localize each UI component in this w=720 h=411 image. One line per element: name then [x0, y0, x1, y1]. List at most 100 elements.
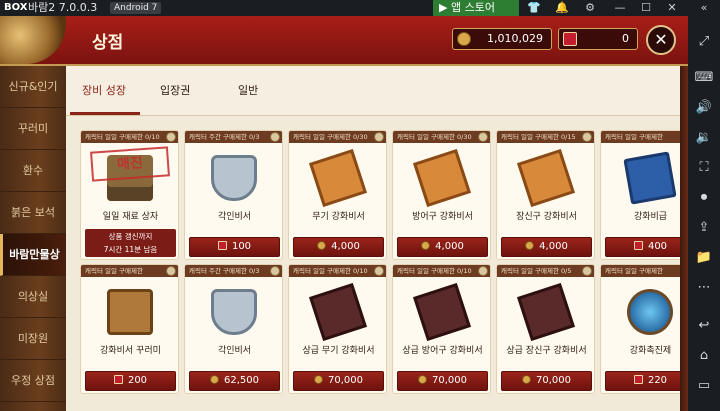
emulator-title-bar: BOX 바람2 7.0.0.3 Android 7 ▶ 앱 스토어 👕 🔔 ⚙ … [0, 0, 720, 16]
shield-scroll-icon [211, 155, 257, 201]
close-shop-button[interactable]: ✕ [646, 25, 676, 55]
shop-item-card[interactable]: 캐릭터 일일 구매제한 강화촉진제 220 [600, 264, 688, 394]
android-version-badge: Android 7 [110, 2, 162, 14]
folder-icon[interactable]: 📁 [694, 248, 714, 268]
shop-item-card[interactable]: 캐릭터 일일 구매제한 0/30 무기 강화비서 4,000 [288, 130, 387, 260]
buy-button[interactable]: 70,000 [501, 371, 592, 391]
magnifier-icon[interactable] [478, 132, 488, 142]
magnifier-icon[interactable] [478, 266, 488, 276]
magnifier-icon[interactable] [270, 132, 280, 142]
ruby-amount: 0 [622, 32, 629, 45]
purchase-limit-banner: 캐릭터 주간 구매제한 0/3 [185, 131, 282, 143]
gold-coin-icon [522, 375, 531, 384]
fullscreen-icon[interactable]: ⤢ [694, 32, 714, 52]
price-amount: 4,000 [435, 241, 464, 252]
magnifier-icon[interactable] [582, 266, 592, 276]
buy-button[interactable]: 200 [85, 371, 176, 391]
nav-item-friendship-shop[interactable]: 우정 상점 [0, 360, 66, 402]
item-name: 강화촉진제 [629, 346, 672, 356]
buy-button[interactable]: 70,000 [397, 371, 488, 391]
shop-tabs: 장비 성장 입장권 일반 [66, 66, 688, 116]
more-icon[interactable]: ⋯ [694, 278, 714, 298]
magnifier-icon[interactable] [374, 132, 384, 142]
app-store-button[interactable]: ▶ 앱 스토어 [433, 0, 519, 16]
ruby-icon [217, 241, 227, 250]
magnifier-icon[interactable] [582, 132, 592, 142]
buy-button[interactable]: 4,000 [293, 237, 384, 257]
purchase-limit-banner: 캐릭터 일일 구매제한 0/10 [289, 265, 386, 277]
gold-coin-icon [317, 241, 327, 250]
shop-item-card[interactable]: 캐릭터 일일 구매제한 0/10 상급 무기 강화비서 70,000 [288, 264, 387, 394]
back-icon[interactable]: ↩ [694, 316, 714, 336]
volume-down-icon[interactable]: 🔉 [694, 128, 714, 148]
magnifier-icon[interactable] [166, 132, 176, 142]
buy-button[interactable]: 70,000 [293, 371, 384, 391]
purchase-limit-banner: 캐릭터 일일 구매제한 0/10 [81, 131, 178, 143]
nav-item-new-popular[interactable]: 신규&인기 [0, 66, 66, 108]
bell-icon[interactable]: 🔔 [552, 0, 572, 16]
buy-button[interactable]: 220 [605, 371, 688, 391]
gold-coin-icon [457, 32, 471, 46]
minimize-icon[interactable]: — [610, 0, 630, 16]
shirt-icon[interactable]: 👕 [524, 0, 544, 16]
bundle-icon [107, 289, 153, 335]
price-amount: 400 [647, 241, 668, 252]
shop-item-card[interactable]: 캐릭터 일일 구매제한 0/10 매진 일일 재료 상자 상품 갱신까지 7시간 11분… [80, 130, 179, 260]
page-title: 상점 [92, 33, 124, 53]
shop-item-card[interactable]: 캐릭터 주간 구매제한 0/3 각인비서 100 [184, 130, 283, 260]
apk-icon[interactable]: ⇪ [694, 218, 714, 238]
restock-label: 상품 갱신까지 [108, 232, 153, 241]
magnifier-icon[interactable] [166, 266, 176, 276]
item-name: 강화비서 꾸러미 [100, 346, 161, 356]
nav-item-red-gems[interactable]: 붉은 보석 [0, 192, 66, 234]
shop-item-card[interactable]: 캐릭터 일일 구매제한 강화비급 400 [600, 130, 688, 260]
buy-button[interactable]: 4,000 [501, 237, 592, 257]
tab-entry-tickets[interactable]: 입장권 [160, 82, 190, 98]
gear-icon[interactable]: ⚙ [580, 0, 600, 16]
nav-item-costumes[interactable]: 의상실 [0, 276, 66, 318]
screenshot-icon[interactable]: ⛶ [694, 158, 714, 178]
collapse-sidebar-icon[interactable]: « [694, 0, 714, 16]
price-amount: 220 [647, 375, 668, 386]
close-window-icon[interactable]: ✕ [662, 0, 682, 16]
magnifier-icon[interactable] [374, 266, 384, 276]
magnifier-icon[interactable] [270, 266, 280, 276]
buy-button[interactable]: 62,500 [189, 371, 280, 391]
scroll-icon [517, 149, 575, 207]
active-tab-indicator [70, 112, 140, 115]
shop-item-card[interactable]: 캐릭터 일일 구매제한 0/10 상급 방어구 강화비서 70,000 [392, 264, 491, 394]
tab-equipment-growth[interactable]: 장비 성장 [82, 82, 126, 98]
shop-item-card[interactable]: 캐릭터 일일 구매제한 강화비서 꾸러미 200 [80, 264, 179, 394]
nav-item-general-store[interactable]: 바람만물상 [0, 234, 66, 276]
nav-item-bundles[interactable]: 꾸러미 [0, 108, 66, 150]
item-name: 각인비서 [217, 212, 252, 222]
buy-button[interactable]: 4,000 [397, 237, 488, 257]
shop-item-card[interactable]: 캐릭터 일일 구매제한 0/30 방어구 강화비서 4,000 [392, 130, 491, 260]
item-name: 강화비급 [633, 212, 668, 222]
purchase-limit-banner: 캐릭터 일일 구매제한 0/10 [393, 265, 490, 277]
price-amount: 62,500 [224, 375, 259, 386]
shield-scroll-icon [211, 289, 257, 335]
purchase-limit-banner: 캐릭터 일일 구매제한 0/30 [289, 131, 386, 143]
shop-item-card[interactable]: 캐릭터 일일 구매제한 0/5 상급 장신구 강화비서 70,000 [496, 264, 595, 394]
book-icon [623, 151, 677, 205]
gold-coin-icon [418, 375, 427, 384]
buy-button[interactable]: 400 [605, 237, 688, 257]
recent-apps-icon[interactable]: ▭ [694, 376, 714, 396]
shop-item-card[interactable]: 캐릭터 일일 구매제한 0/15 장신구 강화비서 4,000 [496, 130, 595, 260]
gold-coin-icon [525, 241, 535, 250]
price-amount: 4,000 [331, 241, 360, 252]
shop-item-card[interactable]: 캐릭터 주간 구매제한 0/3 각인비서 62,500 [184, 264, 283, 394]
tab-general[interactable]: 일반 [238, 82, 258, 98]
nav-item-pets[interactable]: 환수 [0, 150, 66, 192]
keyboard-icon[interactable]: ⌨ [694, 68, 714, 88]
buy-button[interactable]: 100 [189, 237, 280, 257]
home-icon[interactable]: ⌂ [694, 346, 714, 366]
ruby-icon [633, 375, 643, 384]
maximize-icon[interactable]: ☐ [636, 0, 656, 16]
record-icon[interactable]: ⏺ [694, 188, 714, 208]
volume-up-icon[interactable]: 🔊 [694, 98, 714, 118]
item-name: 상급 방어구 강화비서 [402, 346, 483, 356]
nav-item-hair-salon[interactable]: 미장원 [0, 318, 66, 360]
ruby-icon [633, 241, 643, 250]
